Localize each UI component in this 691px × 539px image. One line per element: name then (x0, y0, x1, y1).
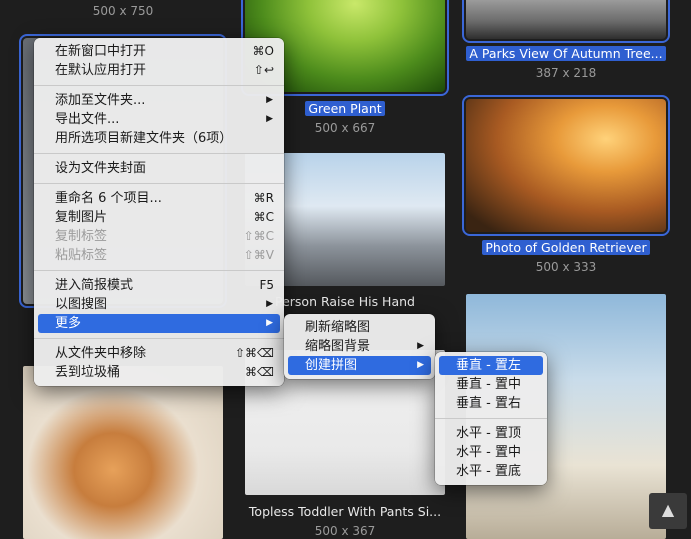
menu-label: 水平 - 置中 (456, 445, 521, 460)
dim-label: 500 x 750 (92, 4, 154, 18)
caption-text: Green Plant (305, 101, 385, 116)
menu-label: 创建拼图 (305, 358, 358, 373)
menu-label: 用所选项目新建文件夹（6项） (55, 131, 233, 146)
menu-separator (34, 183, 284, 184)
shortcut-label: ⇧⌘V (243, 248, 274, 262)
caption-toddler[interactable]: Topless Toddler With Pants Si... (245, 504, 445, 519)
menu-remove-from-folder[interactable]: 从文件夹中移除 ⇧⌘⌫ (34, 344, 284, 363)
menu-separator (435, 418, 547, 419)
menu-separator (34, 338, 284, 339)
shortcut-label: ⇧⌘⌫ (234, 346, 274, 360)
chevron-right-icon: ▶ (417, 360, 424, 370)
dim-label: 387 x 218 (535, 66, 597, 80)
menu-label: 添加至文件夹... (55, 93, 146, 108)
chevron-right-icon: ▶ (417, 341, 424, 351)
menu-label: 在新窗口中打开 (55, 44, 147, 59)
caption-golden-retriever[interactable]: Photo of Golden Retriever (466, 240, 666, 255)
menu-label: 在默认应用打开 (55, 63, 147, 78)
menu-label: 刷新缩略图 (305, 320, 371, 335)
menu-label: 垂直 - 置中 (456, 377, 521, 392)
menu-vertical-right[interactable]: 垂直 - 置右 (435, 394, 547, 413)
menu-open-new-window[interactable]: 在新窗口中打开 ⌘O (34, 42, 284, 61)
caption-park[interactable]: A Parks View Of Autumn Tree... (466, 46, 666, 61)
chevron-right-icon: ▶ (266, 299, 273, 309)
menu-separator (34, 85, 284, 86)
chevron-right-icon: ▶ (266, 114, 273, 124)
chevron-right-icon: ▶ (266, 318, 273, 328)
menu-label: 垂直 - 置左 (456, 358, 521, 373)
menu-move-to-trash[interactable]: 丢到垃圾桶 ⌘⌫ (34, 363, 284, 382)
caption-text: Photo of Golden Retriever (482, 240, 650, 255)
chevron-up-icon: ▲ (661, 500, 675, 519)
context-menu: 在新窗口中打开 ⌘O 在默认应用打开 ⇧↩ 添加至文件夹... ▶ 导出文件..… (34, 38, 284, 386)
menu-label: 复制标签 (55, 229, 108, 244)
menu-label: 以图搜图 (55, 297, 108, 312)
thumbnail-park-swing[interactable] (462, 0, 670, 43)
menu-vertical-left[interactable]: 垂直 - 置左 (439, 356, 543, 375)
shortcut-label: ⌘R (253, 191, 274, 205)
menu-rename[interactable]: 重命名 6 个项目... ⌘R (34, 189, 284, 208)
thumbnail-golden-retriever[interactable] (462, 95, 670, 236)
shortcut-label: ⇧↩ (253, 63, 274, 77)
menu-label: 垂直 - 置右 (456, 396, 521, 411)
dim-label: 500 x 333 (535, 260, 597, 274)
menu-label: 进入简报模式 (55, 278, 134, 293)
dim-label: 500 x 367 (314, 524, 376, 538)
menu-more[interactable]: 更多 ▶ (38, 314, 280, 333)
menu-horizontal-top[interactable]: 水平 - 置顶 (435, 424, 547, 443)
shortcut-label: ⌘O (252, 44, 274, 58)
menu-label: 粘贴标签 (55, 248, 108, 263)
menu-label: 设为文件夹封面 (55, 161, 147, 176)
chevron-right-icon: ▶ (266, 95, 273, 105)
shortcut-label: ⌘C (253, 210, 274, 224)
menu-label: 丢到垃圾桶 (55, 365, 121, 380)
shortcut-label: ⇧⌘C (243, 229, 274, 243)
menu-presentation-mode[interactable]: 进入简报模式 F5 (34, 276, 284, 295)
menu-new-folder-from-selection[interactable]: 用所选项目新建文件夹（6项） (34, 129, 284, 148)
menu-horizontal-middle[interactable]: 水平 - 置中 (435, 443, 547, 462)
menu-set-folder-cover[interactable]: 设为文件夹封面 (34, 159, 284, 178)
menu-copy-tags: 复制标签 ⇧⌘C (34, 227, 284, 246)
more-submenu: 刷新缩略图 缩略图背景 ▶ 创建拼图 ▶ (284, 314, 435, 379)
menu-label: 复制图片 (55, 210, 108, 225)
menu-paste-tags: 粘贴标签 ⇧⌘V (34, 246, 284, 265)
menu-label: 重命名 6 个项目... (55, 191, 162, 206)
menu-open-default-app[interactable]: 在默认应用打开 ⇧↩ (34, 61, 284, 80)
menu-refresh-thumbnails[interactable]: 刷新缩略图 (284, 318, 435, 337)
menu-label: 水平 - 置顶 (456, 426, 521, 441)
menu-thumbnail-background[interactable]: 缩略图背景 ▶ (284, 337, 435, 356)
menu-copy-image[interactable]: 复制图片 ⌘C (34, 208, 284, 227)
menu-label: 缩略图背景 (305, 339, 371, 354)
caption-text: A Parks View Of Autumn Tree... (466, 46, 666, 61)
menu-export-file[interactable]: 导出文件... ▶ (34, 110, 284, 129)
thumbnail-cat[interactable] (23, 366, 223, 539)
menu-label: 导出文件... (55, 112, 120, 127)
collage-submenu: 垂直 - 置左 垂直 - 置中 垂直 - 置右 水平 - 置顶 水平 - 置中 … (435, 352, 547, 485)
menu-vertical-center[interactable]: 垂直 - 置中 (435, 375, 547, 394)
menu-add-to-folder[interactable]: 添加至文件夹... ▶ (34, 91, 284, 110)
menu-horizontal-bottom[interactable]: 水平 - 置底 (435, 462, 547, 481)
menu-separator (34, 270, 284, 271)
menu-search-by-image[interactable]: 以图搜图 ▶ (34, 295, 284, 314)
menu-label: 更多 (55, 316, 82, 331)
shortcut-label: F5 (259, 278, 274, 292)
menu-label: 从文件夹中移除 (55, 346, 147, 361)
shortcut-label: ⌘⌫ (245, 365, 274, 379)
menu-separator (34, 153, 284, 154)
menu-label: 水平 - 置底 (456, 464, 521, 479)
menu-create-collage[interactable]: 创建拼图 ▶ (288, 356, 431, 375)
scroll-to-top-button[interactable]: ▲ (649, 493, 687, 529)
